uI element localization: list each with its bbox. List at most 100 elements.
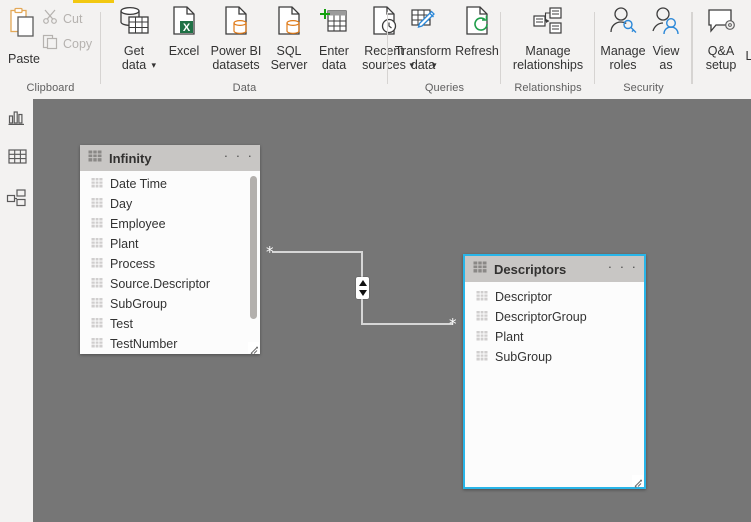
sidebar-item-model-view[interactable] <box>4 187 30 213</box>
table-field-list-infinity[interactable]: Date Time Day Employee Plant Process Sou… <box>80 171 260 354</box>
cross-filter-direction-both-icon[interactable] <box>356 277 369 299</box>
field-item[interactable]: Process <box>80 254 260 274</box>
field-label: SubGroup <box>110 297 167 311</box>
field-item[interactable]: Employee <box>80 214 260 234</box>
ribbon: Paste Cut Copy Clipboard Get data ▾ X Ex… <box>0 0 751 99</box>
qa-setup-button[interactable]: Q&A setup <box>697 5 745 72</box>
paste-icon <box>5 7 43 50</box>
manage-roles-label: Manage roles <box>600 44 646 72</box>
field-item[interactable]: Test <box>80 314 260 334</box>
table-scrollbar-infinity[interactable] <box>250 176 257 319</box>
column-icon <box>91 237 103 252</box>
column-icon <box>91 217 103 232</box>
table-icon <box>473 260 487 279</box>
view-as-button[interactable]: View as <box>645 5 687 72</box>
field-item[interactable]: Source.Descriptor <box>80 274 260 294</box>
enter-data-button[interactable]: Enter data <box>311 5 357 72</box>
column-icon <box>91 277 103 292</box>
table-header-infinity[interactable]: Infinity · · · <box>80 145 260 171</box>
field-item[interactable]: Descriptor <box>465 287 644 307</box>
scissors-icon <box>42 8 59 30</box>
excel-button[interactable]: X Excel <box>161 5 207 58</box>
table-resize-handle-infinity[interactable] <box>248 342 259 355</box>
paste-button[interactable]: Paste <box>2 7 46 66</box>
cut-button[interactable]: Cut <box>42 8 100 30</box>
field-item[interactable]: SubGroup <box>80 294 260 314</box>
sidebar-item-data-view[interactable] <box>4 146 30 172</box>
relationships-group-caption: Relationships <box>514 82 582 94</box>
field-label: Test <box>110 317 133 331</box>
ribbon-group-relationships: Manage relationships Relationships <box>501 3 595 96</box>
qa-setup-icon <box>705 5 737 42</box>
transform-data-button[interactable]: Transform data ▾ <box>392 5 454 72</box>
field-label: Day <box>110 197 133 211</box>
powerbi-datasets-icon <box>221 5 251 42</box>
security-group-caption: Security <box>623 82 664 94</box>
field-label: Employee <box>110 217 166 231</box>
field-item[interactable]: DescriptorGroup <box>465 307 644 327</box>
manage-roles-icon <box>607 5 639 42</box>
table-overflow-menu-descriptors[interactable]: · · · <box>608 260 638 277</box>
field-item[interactable]: Plant <box>80 234 260 254</box>
column-icon <box>476 350 488 365</box>
clipped-button[interactable]: L <box>742 47 751 63</box>
ribbon-group-data: Get data ▾ X Excel Power BI datasets SQL… <box>101 3 414 96</box>
copy-icon <box>42 33 59 55</box>
chevron-down-icon: ▾ <box>151 60 156 70</box>
clipboard-group-caption: Clipboard <box>26 82 75 94</box>
qa-setup-label: Q&A setup <box>705 44 737 72</box>
view-switcher-sidebar <box>0 99 33 522</box>
triangle-up-icon <box>358 280 367 287</box>
get-data-button[interactable]: Get data ▾ <box>109 5 159 72</box>
table-header-descriptors[interactable]: Descriptors · · · <box>465 256 644 282</box>
table-card-infinity[interactable]: Infinity · · · Date Time Day Employee Pl… <box>80 145 260 355</box>
relationship-cardinality-to: * <box>449 315 457 333</box>
model-relationship-icon <box>6 187 28 214</box>
column-icon <box>91 257 103 272</box>
transform-data-icon <box>407 5 439 42</box>
table-resize-handle-descriptors[interactable] <box>632 475 643 488</box>
sql-server-button[interactable]: SQL Server <box>265 5 313 72</box>
field-item[interactable]: Plant <box>465 327 644 347</box>
manage-roles-button[interactable]: Manage roles <box>599 5 647 72</box>
field-label: SubGroup <box>495 350 552 364</box>
field-item[interactable]: Date Time <box>80 174 260 194</box>
refresh-label: Refresh <box>455 44 499 58</box>
manage-relationships-button[interactable]: Manage relationships <box>504 5 592 72</box>
copy-button[interactable]: Copy <box>42 33 104 55</box>
clipped-label: L <box>745 49 751 63</box>
sidebar-item-report-view[interactable] <box>4 107 30 133</box>
ribbon-group-security: Manage roles View as Security <box>595 3 692 96</box>
bar-chart-icon <box>7 108 27 133</box>
table-title-descriptors: Descriptors <box>494 261 567 277</box>
manage-relationships-label: Manage relationships <box>512 44 584 72</box>
column-icon <box>91 337 103 352</box>
refresh-button[interactable]: Refresh <box>454 5 500 58</box>
field-label: Plant <box>495 330 524 344</box>
field-item[interactable]: TestNumber <box>80 334 260 354</box>
queries-group-caption: Queries <box>424 82 465 94</box>
ribbon-group-clipboard: Paste Cut Copy Clipboard <box>0 3 101 96</box>
field-item[interactable]: Day <box>80 194 260 214</box>
sql-server-icon <box>274 5 304 42</box>
ribbon-group-qa: Q&A setup L <box>692 3 751 96</box>
column-icon <box>476 290 488 305</box>
powerbi-datasets-button[interactable]: Power BI datasets <box>205 5 267 72</box>
data-group-caption: Data <box>232 82 257 94</box>
table-overflow-menu-infinity[interactable]: · · · <box>224 149 254 166</box>
powerbi-datasets-label: Power BI datasets <box>210 44 262 72</box>
ribbon-group-queries: Transform data ▾ Refresh Queries <box>388 3 501 96</box>
field-label: Source.Descriptor <box>110 277 211 291</box>
group-separator <box>692 12 693 84</box>
paste-label: Paste <box>8 52 40 66</box>
view-as-icon <box>650 5 682 42</box>
excel-label: Excel <box>168 44 200 58</box>
column-icon <box>91 197 103 212</box>
view-as-label: View as <box>652 44 680 72</box>
copy-label: Copy <box>63 37 93 51</box>
field-item[interactable]: SubGroup <box>465 347 644 367</box>
table-field-list-descriptors[interactable]: Descriptor DescriptorGroup Plant SubGrou… <box>465 282 644 487</box>
column-icon <box>91 177 103 192</box>
table-card-descriptors[interactable]: Descriptors · · · Descriptor DescriptorG… <box>463 254 646 489</box>
model-canvas[interactable]: * * Infinity · · · Date Time Day Employe… <box>33 99 751 522</box>
